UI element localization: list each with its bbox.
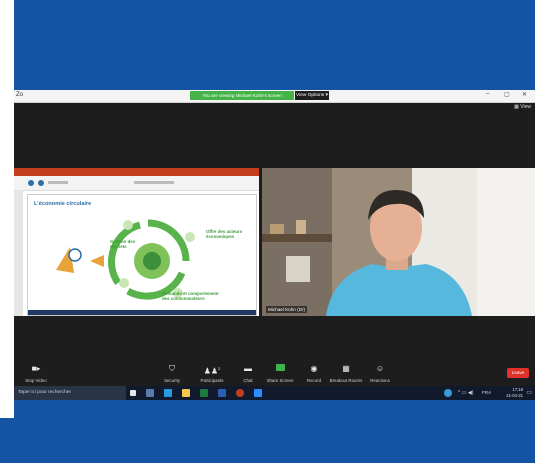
icon-badge	[123, 220, 133, 230]
participants-button[interactable]: ♟♟2 Participants	[194, 364, 230, 383]
notifications-icon[interactable]: ▭	[526, 389, 532, 396]
zoom-window: Zo You are viewing Michael Kohn's screen…	[14, 90, 535, 400]
reactions-button[interactable]: ☺ Reactions	[362, 364, 398, 383]
edge-icon[interactable]	[164, 389, 172, 397]
screen-share-notice: You are viewing Michael Kohn's screen	[190, 91, 294, 100]
clock-date: 21-04-21	[506, 393, 523, 398]
shared-slide-tile: L'économie circulaire Gestion des déchet…	[14, 168, 259, 316]
maximize-icon[interactable]: ▢	[504, 91, 510, 98]
stop-video-button[interactable]: ■▸ Stop Video	[18, 364, 54, 383]
windows-taskbar: Taper ici pour rechercher ^ ▭ ◀) FRA 17:…	[14, 386, 535, 400]
slide-label-waste: Gestion des déchets	[110, 239, 136, 249]
video-camera-icon: ■▸	[31, 364, 41, 373]
slide-label-supply: Offre des acteurs économiques	[206, 229, 243, 239]
app-label: Zo	[16, 92, 24, 98]
excel-icon[interactable]	[200, 389, 208, 397]
record-label: Record	[306, 378, 322, 383]
top-banner	[14, 0, 535, 90]
security-label: Security	[164, 378, 180, 383]
slide-footer-stripe	[28, 310, 256, 315]
zoom-taskbar-icon[interactable]	[254, 389, 262, 397]
folder-icon[interactable]	[182, 389, 190, 397]
file-explorer-icon[interactable]	[146, 389, 154, 397]
breakout-rooms-label: Breakout Rooms	[329, 378, 363, 383]
stop-video-label: Stop Video	[25, 378, 47, 383]
record-button[interactable]: ◉ Record	[296, 364, 332, 383]
language-indicator[interactable]: FRA	[482, 390, 491, 395]
title-bar: Zo You are viewing Michael Kohn's screen…	[14, 90, 535, 103]
clock[interactable]: 17:18 21-04-21	[506, 387, 523, 399]
logo-icon	[68, 248, 82, 262]
leave-button[interactable]: Leave	[507, 368, 529, 378]
powerpoint-titlebar	[14, 168, 259, 176]
security-button[interactable]: ⛉ Security	[154, 364, 190, 383]
minimize-icon[interactable]: –	[486, 91, 489, 97]
taskbar-search-input[interactable]: Taper ici pour rechercher	[14, 386, 126, 400]
participants-icon: ♟♟2	[203, 366, 221, 376]
participants-label: Participants	[200, 378, 224, 383]
slide-canvas: L'économie circulaire Gestion des déchet…	[27, 194, 257, 316]
shield-icon: ⛉	[169, 364, 175, 373]
arrow-icon	[90, 255, 104, 267]
slide-thumbnails	[14, 190, 23, 316]
close-icon[interactable]: ✕	[522, 91, 527, 98]
chat-label: Chat	[243, 378, 253, 383]
powerpoint-ribbon	[14, 176, 259, 191]
chat-icon: ▬	[244, 364, 252, 373]
task-view-icon[interactable]	[130, 390, 136, 396]
breakout-rooms-icon: ▦	[342, 364, 350, 373]
share-screen-button[interactable]: Share Screen	[262, 364, 298, 383]
icon-badge	[119, 278, 129, 288]
system-tray-icons[interactable]: ^ ▭ ◀)	[458, 390, 473, 396]
share-screen-icon	[262, 364, 298, 374]
powerpoint-icon[interactable]	[236, 389, 244, 397]
banner-notch	[0, 400, 14, 418]
globe-core	[143, 252, 161, 270]
slide-label-demand: Demande et comportement des consommateur…	[162, 291, 219, 301]
record-icon: ◉	[310, 364, 318, 373]
participant-name: Michael Kohn (Dr)	[266, 306, 308, 313]
bottom-banner	[0, 400, 535, 463]
reactions-icon: ☺	[375, 364, 385, 373]
breakout-rooms-button[interactable]: ▦ Breakout Rooms	[328, 364, 364, 383]
weather-icon[interactable]	[444, 389, 452, 397]
camera-feed	[262, 168, 535, 316]
view-options-label: View Options	[296, 93, 325, 98]
participant-video-tile: Michael Kohn (Dr)	[262, 168, 535, 316]
view-button-label: View	[520, 104, 531, 110]
icon-badge	[185, 232, 195, 242]
chat-button[interactable]: ▬ Chat	[230, 364, 266, 383]
outlook-icon[interactable]	[218, 389, 226, 397]
meeting-toolbar: ■▸ Stop Video ⛉ Security ♟♟2 Participant…	[14, 360, 535, 386]
reactions-label: Reactions	[370, 378, 390, 383]
view-button[interactable]: ▦ View	[514, 104, 531, 110]
view-options-button[interactable]: View Options ▾	[295, 91, 329, 100]
share-screen-label: Share Screen	[266, 378, 294, 383]
